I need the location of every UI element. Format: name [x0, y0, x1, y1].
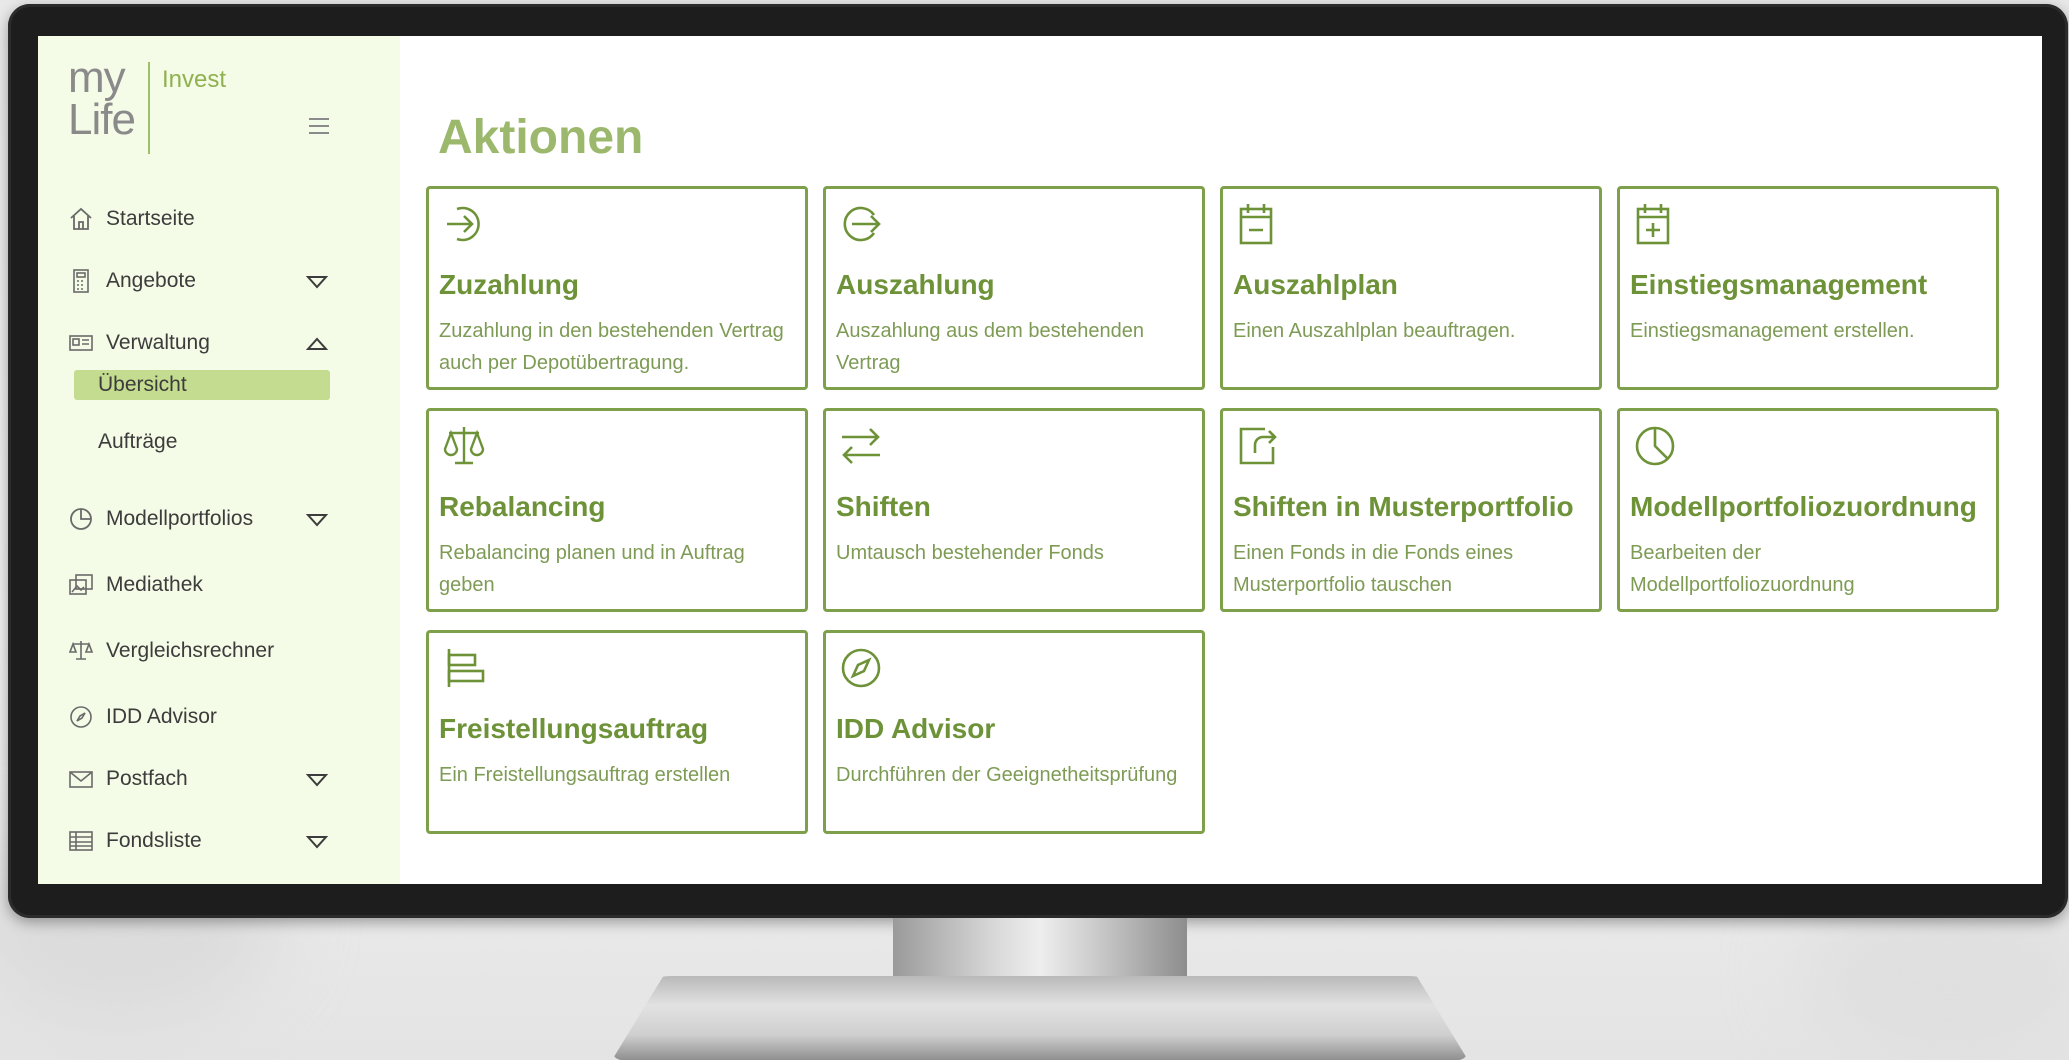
- card-title: Zuzahlung: [439, 269, 579, 300]
- sidebar-item-label: IDD Advisor: [106, 705, 217, 728]
- logo-divider: [148, 62, 150, 154]
- action-card-einstiegsmanagement[interactable]: Einstiegsmanagement Einstiegsmanagement …: [1617, 186, 1999, 390]
- chevron-down-icon[interactable]: [306, 274, 328, 290]
- card-title: Shiften: [836, 491, 931, 522]
- card-title: Freistellungsauftrag: [439, 713, 709, 744]
- align-bars-icon: [447, 649, 485, 687]
- sidebar-item-label: Übersicht: [98, 373, 187, 396]
- card-title: Einstiegsmanagement: [1630, 269, 1928, 300]
- arrow-out-circle-icon: [843, 206, 881, 242]
- sidebar-item-verwaltung[interactable]: Verwaltung: [68, 326, 210, 360]
- card-description: Rebalancing planen und in Auftrag geben: [439, 542, 745, 596]
- arrow-in-circle-icon: [447, 206, 480, 242]
- logo-invest: Invest: [162, 66, 227, 93]
- sidebar-item-label: Aufträge: [98, 430, 178, 453]
- hamburger-menu-icon[interactable]: [308, 116, 330, 136]
- scale-icon: [68, 638, 94, 664]
- compass-icon: [841, 648, 881, 688]
- card-description: Einstiegsmanagement erstellen.: [1630, 320, 1915, 342]
- card-description: Einen Auszahlplan beauftragen.: [1233, 320, 1516, 342]
- card-description: Ein Freistellungsauftrag erstellen: [439, 764, 731, 786]
- card-description: Auszahlung aus dem bestehenden Vertrag: [836, 320, 1145, 374]
- chevron-up-icon[interactable]: [306, 336, 328, 352]
- sidebar-item-modellportfolios[interactable]: Modellportfolios: [68, 502, 253, 536]
- sidebar-item-label: Fondsliste: [106, 829, 202, 852]
- sidebar-item-label: Startseite: [106, 207, 195, 230]
- share-box-icon: [1239, 427, 1277, 465]
- calendar-plus-icon: [1636, 204, 1670, 245]
- sidebar-item-label: Mediathek: [106, 573, 203, 596]
- card-description: Durchführen der Geeignetheitsprüfung: [836, 764, 1178, 786]
- sidebar-item-label: Vergleichsrechner: [106, 639, 275, 662]
- card-description: Zuzahlung in den bestehenden Vertrag auc…: [439, 320, 784, 374]
- media-icon: [68, 572, 94, 598]
- sidebar-subitem-uebersicht[interactable]: Übersicht: [74, 370, 330, 400]
- card-description: Umtausch bestehender Fonds: [836, 542, 1104, 564]
- sidebar-item-angebote[interactable]: Angebote: [68, 264, 196, 298]
- app-screen: my Life Invest Startseite Angebote Verwa…: [38, 36, 2042, 884]
- sidebar-item-mediathek[interactable]: Mediathek: [68, 568, 203, 602]
- sidebar-item-postfach[interactable]: Postfach: [68, 762, 188, 796]
- card-title: Rebalancing: [439, 491, 606, 522]
- id-card-icon: [68, 330, 94, 356]
- scale-icon: [443, 427, 485, 465]
- action-card-zuzahlung[interactable]: Zuzahlung Zuzahlung in den bestehenden V…: [426, 186, 808, 390]
- logo[interactable]: my Life Invest: [68, 53, 348, 188]
- calendar-minus-icon: [1239, 204, 1273, 245]
- compass-icon: [68, 704, 94, 730]
- calculator-icon: [68, 268, 94, 294]
- action-card-modellportfoliozuordnung[interactable]: Modellportfoliozuordnung Bearbeiten der …: [1617, 408, 1999, 612]
- chevron-down-icon[interactable]: [306, 772, 328, 788]
- card-title: Shiften in Musterportfolio: [1233, 491, 1574, 522]
- sidebar-item-label: Angebote: [106, 269, 196, 292]
- page-title: Aktionen: [438, 111, 644, 164]
- card-description: Einen Fonds in die Fonds eines Musterpor…: [1233, 542, 1514, 596]
- sidebar-item-label: Verwaltung: [106, 331, 210, 354]
- action-card-shiften-musterportfolio[interactable]: Shiften in Musterportfolio Einen Fonds i…: [1220, 408, 1602, 612]
- card-title: Auszahlung: [836, 269, 995, 300]
- action-card-auszahlplan[interactable]: Auszahlplan Einen Auszahlplan beauftrage…: [1220, 186, 1602, 390]
- action-card-idd-advisor[interactable]: IDD Advisor Durchführen der Geeignetheit…: [823, 630, 1205, 834]
- chevron-down-icon[interactable]: [306, 512, 328, 528]
- mail-icon: [68, 766, 94, 792]
- action-card-rebalancing[interactable]: Rebalancing Rebalancing planen und in Au…: [426, 408, 808, 612]
- logo-my: my: [68, 53, 126, 102]
- sidebar: my Life Invest Startseite Angebote Verwa…: [38, 36, 400, 884]
- action-card-freistellungsauftrag[interactable]: Freistellungsauftrag Ein Freistellungsau…: [426, 630, 808, 834]
- sidebar-item-startseite[interactable]: Startseite: [68, 202, 195, 236]
- chevron-down-icon[interactable]: [306, 834, 328, 850]
- card-description: Bearbeiten der Modellportfoliozuordnung: [1630, 542, 1855, 596]
- pie-chart-icon: [68, 506, 94, 532]
- sidebar-subitem-auftraege[interactable]: Aufträge: [74, 427, 330, 457]
- monitor-stand-base: [612, 976, 1468, 1060]
- sidebar-item-vergleichsrechner[interactable]: Vergleichsrechner: [68, 634, 274, 668]
- action-card-auszahlung[interactable]: Auszahlung Auszahlung aus dem bestehende…: [823, 186, 1205, 390]
- card-title: Auszahlplan: [1233, 269, 1398, 300]
- home-icon: [68, 206, 94, 232]
- table-icon: [68, 828, 94, 854]
- pie-chart-icon: [1635, 426, 1675, 466]
- sidebar-item-label: Postfach: [106, 767, 188, 790]
- sidebar-item-idd-advisor[interactable]: IDD Advisor: [68, 700, 217, 734]
- swap-arrows-icon: [842, 428, 880, 464]
- card-title: Modellportfoliozuordnung: [1630, 491, 1977, 522]
- logo-life: Life: [68, 95, 136, 144]
- action-card-shiften[interactable]: Shiften Umtausch bestehender Fonds: [823, 408, 1205, 612]
- card-title: IDD Advisor: [836, 713, 996, 744]
- sidebar-item-label: Modellportfolios: [106, 507, 254, 530]
- sidebar-item-fondsliste[interactable]: Fondsliste: [68, 824, 202, 858]
